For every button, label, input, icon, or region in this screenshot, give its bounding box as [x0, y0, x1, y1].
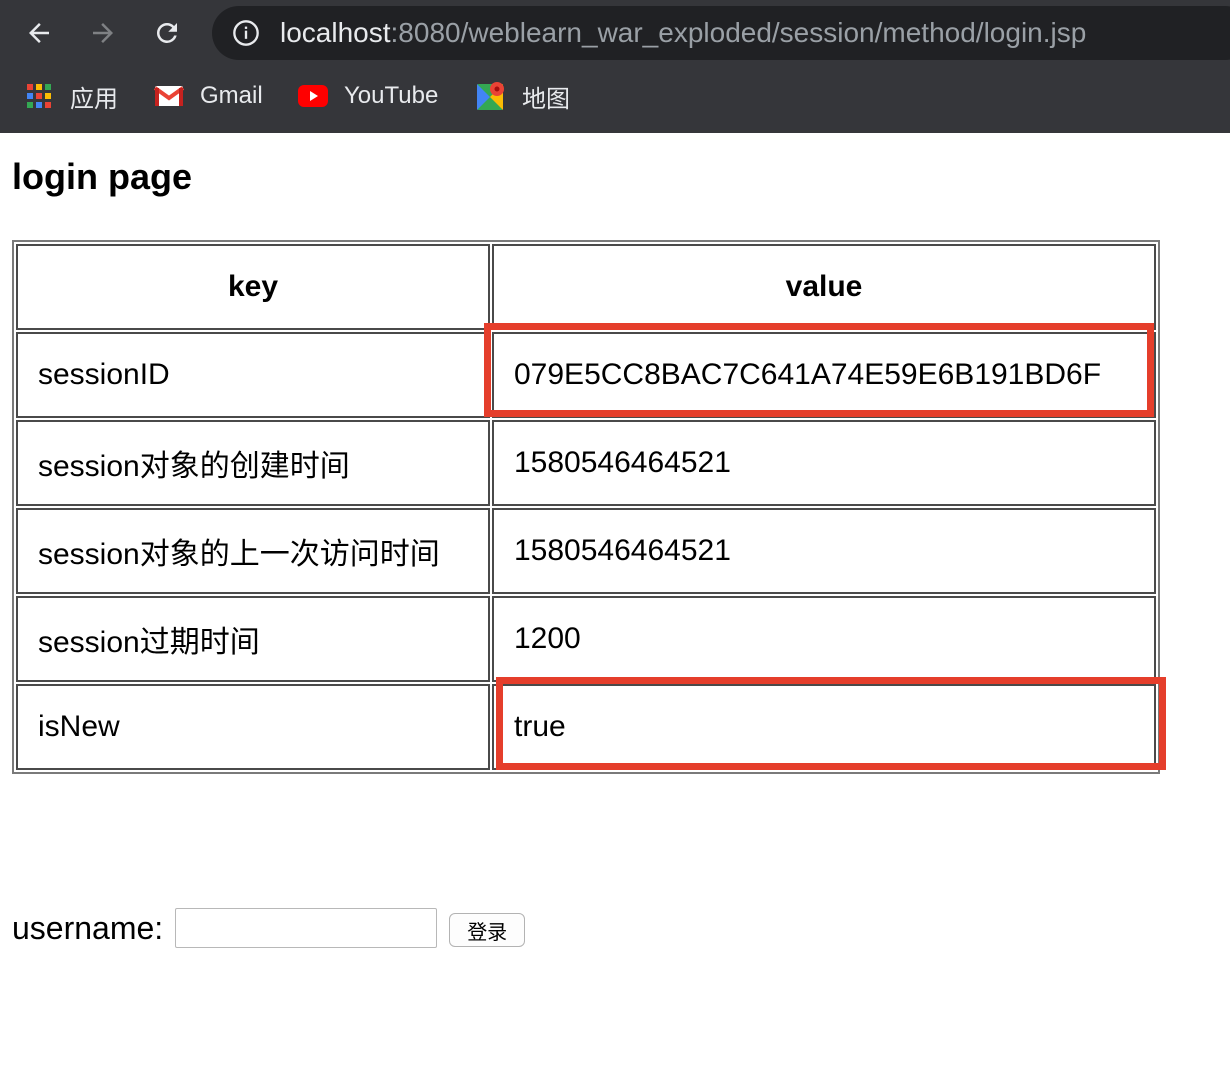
table-header-row: key value — [16, 244, 1156, 330]
row-value: 079E5CC8BAC7C641A74E59E6B191BD6F — [492, 332, 1156, 418]
page-title: login page — [12, 156, 192, 197]
row-key: session对象的上一次访问时间 — [16, 508, 490, 594]
bookmark-label: YouTube — [344, 82, 439, 109]
username-input[interactable] — [175, 908, 438, 948]
reload-button[interactable] — [146, 12, 188, 54]
bookmark-label: 地图 — [522, 85, 570, 113]
arrow-left-icon — [29, 23, 49, 43]
table-row: session对象的上一次访问时间 1580546464521 — [16, 508, 1156, 594]
table-row: session对象的创建时间 1580546464521 — [16, 420, 1156, 506]
row-key: sessionID — [16, 332, 490, 418]
column-header-key: key — [16, 244, 490, 330]
apps-grid-icon — [24, 81, 54, 111]
row-key: session对象的创建时间 — [16, 420, 490, 506]
bookmark-youtube[interactable]: YouTube — [298, 78, 438, 114]
login-button[interactable]: 登录 — [449, 913, 526, 947]
url-text: localhost:8080/weblearn_war_exploded/ses… — [280, 17, 1086, 49]
address-bar[interactable]: localhost:8080/weblearn_war_exploded/ses… — [212, 6, 1230, 60]
url-path: :8080/weblearn_war_exploded/session/meth… — [390, 17, 1087, 48]
bookmark-label: Gmail — [200, 82, 263, 109]
row-value: 1580546464521 — [492, 508, 1156, 594]
back-button[interactable] — [18, 12, 60, 54]
table-row: session过期时间 1200 — [16, 596, 1156, 682]
row-key: isNew — [16, 684, 490, 770]
forward-button[interactable] — [82, 12, 124, 54]
youtube-icon — [298, 81, 328, 111]
gmail-icon — [154, 81, 184, 111]
login-form: username: 登录 — [12, 906, 526, 950]
row-key: session过期时间 — [16, 596, 490, 682]
url-host: localhost — [280, 17, 391, 48]
column-header-value: value — [492, 244, 1156, 330]
info-icon[interactable] — [232, 19, 260, 47]
browser-chrome: localhost:8080/weblearn_war_exploded/ses… — [0, 0, 1230, 133]
session-info-table: key value sessionID 079E5CC8BAC7C641A74E… — [12, 240, 1160, 774]
bookmark-maps[interactable]: 地图 — [476, 78, 570, 114]
username-label: username: — [12, 909, 164, 946]
bookmark-label: 应用 — [70, 85, 118, 113]
bookmark-gmail[interactable]: Gmail — [154, 78, 263, 114]
arrow-right-icon — [93, 23, 113, 43]
reload-icon — [156, 22, 177, 43]
table-row: sessionID 079E5CC8BAC7C641A74E59E6B191BD… — [16, 332, 1156, 418]
maps-icon — [476, 81, 506, 111]
table-row: isNew true — [16, 684, 1156, 770]
row-value: 1580546464521 — [492, 420, 1156, 506]
bookmarks-bar: 应用 Gmail YouTube 地图 — [0, 72, 1230, 120]
bookmark-apps[interactable]: 应用 — [24, 78, 118, 114]
row-value: 1200 — [492, 596, 1156, 682]
row-value: true — [492, 684, 1156, 770]
browser-toolbar: localhost:8080/weblearn_war_exploded/ses… — [0, 0, 1230, 66]
